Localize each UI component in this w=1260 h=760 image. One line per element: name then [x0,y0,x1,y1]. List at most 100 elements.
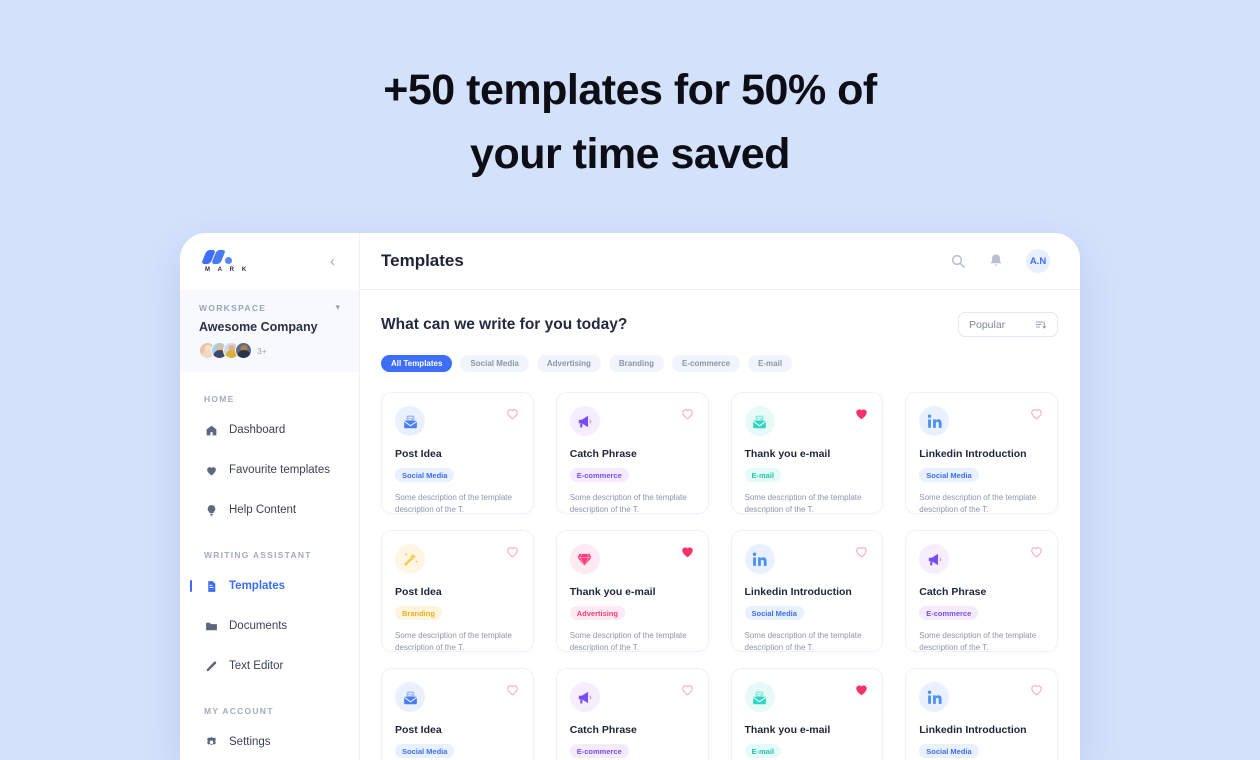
template-card-header [395,406,520,436]
filter-chip[interactable]: E-commerce [672,355,741,372]
sidebar-item-text-editor[interactable]: Text Editor [180,652,359,680]
mail-message-icon [744,682,775,712]
favorite-heart-outline-icon[interactable] [854,544,869,559]
template-card-description: Some description of the template descrip… [395,492,512,514]
favorite-heart-filled-icon[interactable] [854,406,869,421]
workspace-label: WORKSPACE [199,302,267,313]
template-card-title: Catch Phrase [569,448,637,460]
favorite-heart-outline-icon[interactable] [505,682,520,697]
template-card-title: Thank you e-mail [744,724,831,736]
template-card-title: Catch Phrase [569,724,637,736]
template-card[interactable]: Catch PhraseE-commerceSome description o… [905,530,1058,652]
document-icon [204,579,218,593]
chevron-down-icon[interactable]: ▾ [335,302,340,313]
template-card-description: Some description of the template descrip… [919,492,1037,514]
sidebar-item-label: Favourite templates [229,464,330,476]
template-card[interactable]: Thank you e-mailE-mailSome description o… [730,668,884,760]
workspace-block[interactable]: WORKSPACE ▾ Awesome Company 3+ [180,290,359,372]
template-card-tag: Social Media [744,606,804,620]
magic-wand-icon [395,544,425,574]
sidebar-item-label: Documents [229,620,288,632]
heart-icon [204,463,218,477]
template-card-tag: Branding [395,606,442,620]
template-card[interactable]: Linkedin IntroductionSocial MediaSome de… [905,668,1058,760]
hero-headline: +50 templates for 50% of your time saved [0,0,1260,186]
template-card-tag: E-commerce [569,468,629,482]
favorite-heart-outline-icon[interactable] [505,406,520,421]
sidebar-item-settings[interactable]: Settings [180,728,359,756]
chevron-left-icon[interactable]: ‹ [325,251,340,272]
template-card[interactable]: Linkedin IntroductionSocial MediaSome de… [730,530,884,652]
sidebar-item-templates[interactable]: Templates [180,572,359,600]
favorite-heart-filled-icon[interactable] [680,544,695,559]
template-card[interactable]: Catch PhraseE-commerceSome description o… [555,392,709,514]
favorite-heart-outline-icon[interactable] [1029,544,1044,559]
section-question: What can we write for you today? [381,315,628,333]
topbar-actions: A.N [950,249,1050,273]
favorite-heart-outline-icon[interactable] [680,406,695,421]
favorite-heart-outline-icon[interactable] [505,544,520,559]
filter-chip[interactable]: All Templates [381,355,453,372]
main-area: Templates A.N What can we write for you … [360,233,1080,760]
template-card-description: Some description of the template descrip… [919,630,1037,652]
template-card-tag: E-commerce [569,744,629,758]
template-card-title: Linkedin Introduction [919,724,1027,736]
workspace-name: Awesome Company [199,320,318,334]
hero-line-2: your time saved [470,130,790,178]
diamond-icon [569,544,600,574]
mail-message-icon [395,682,425,712]
sidebar-item-label: Templates [229,580,286,592]
sidebar-item-favourite-templates[interactable]: Favourite templates [180,456,359,484]
sidebar-item-dashboard[interactable]: Dashboard [180,416,359,444]
megaphone-icon [569,682,600,712]
bell-icon[interactable] [988,253,1004,269]
sidebar-item-documents[interactable]: Documents [180,612,359,640]
template-card[interactable]: Post IdeaSocial MediaSome description of… [381,668,534,760]
workspace-header[interactable]: WORKSPACE ▾ [199,302,340,313]
user-avatar[interactable]: A.N [1026,249,1050,273]
sort-dropdown[interactable]: Popular [958,312,1058,337]
template-card[interactable]: Catch PhraseE-commerceSome description o… [555,668,709,760]
template-card-header [744,406,870,436]
filter-chip[interactable]: Advertising [536,355,601,372]
template-card-header [744,682,870,712]
template-card-title: Post Idea [395,586,442,598]
megaphone-icon [569,406,600,436]
filter-chip[interactable]: E-mail [748,355,793,372]
favorite-heart-filled-icon[interactable] [854,682,869,697]
content-area: What can we write for you today? Popular… [360,290,1080,760]
topbar: Templates A.N [360,233,1080,290]
template-card-header [919,544,1044,574]
avatar-overflow-count: 3+ [257,345,267,356]
template-card-title: Post Idea [395,448,442,460]
favorite-heart-outline-icon[interactable] [1029,406,1044,421]
favorite-heart-outline-icon[interactable] [680,682,695,697]
search-icon[interactable] [950,253,966,269]
linkedin-icon [919,406,950,436]
template-card[interactable]: Thank you e-mailE-mailSome description o… [730,392,884,514]
template-card[interactable]: Post IdeaSocial MediaSome description of… [381,392,534,514]
sidebar-item-help-content[interactable]: Help Content [180,496,359,524]
template-card[interactable]: Thank you e-mail Advertising Some descript… [555,530,709,652]
favorite-heart-outline-icon[interactable] [1029,682,1044,697]
template-card-tag: Social Media [919,744,979,758]
sidebar-item-label: Settings [229,736,271,748]
template-card[interactable]: Linkedin IntroductionSocial MediaSome de… [905,392,1058,514]
folder-icon [204,619,218,633]
sidebar-section-label-writing-assistant: WRITING ASSISTANT [204,550,312,560]
template-card-description: Some description of the template descrip… [744,492,862,514]
sidebar-section-label-home: HOME [204,394,235,404]
template-card-description: Some description of the template descrip… [395,630,512,652]
sidebar: M A R K ‹ WORKSPACE ▾ Awesome Company 3+… [180,233,360,760]
filter-chip[interactable]: Branding [608,355,665,372]
content-header: What can we write for you today? Popular [381,312,1058,337]
pencil-icon [204,659,218,673]
filter-chip[interactable]: Social Media [460,355,529,372]
template-card[interactable]: Post Idea Branding Some description of the… [381,530,534,652]
template-card-title: Linkedin Introduction [744,586,852,598]
avatar[interactable] [235,342,252,359]
app-window: M A R K ‹ WORKSPACE ▾ Awesome Company 3+… [180,233,1080,760]
logo-wordmark: M A R K [205,267,250,273]
mail-message-icon [395,406,425,436]
sidebar-header: M A R K ‹ [180,233,359,290]
